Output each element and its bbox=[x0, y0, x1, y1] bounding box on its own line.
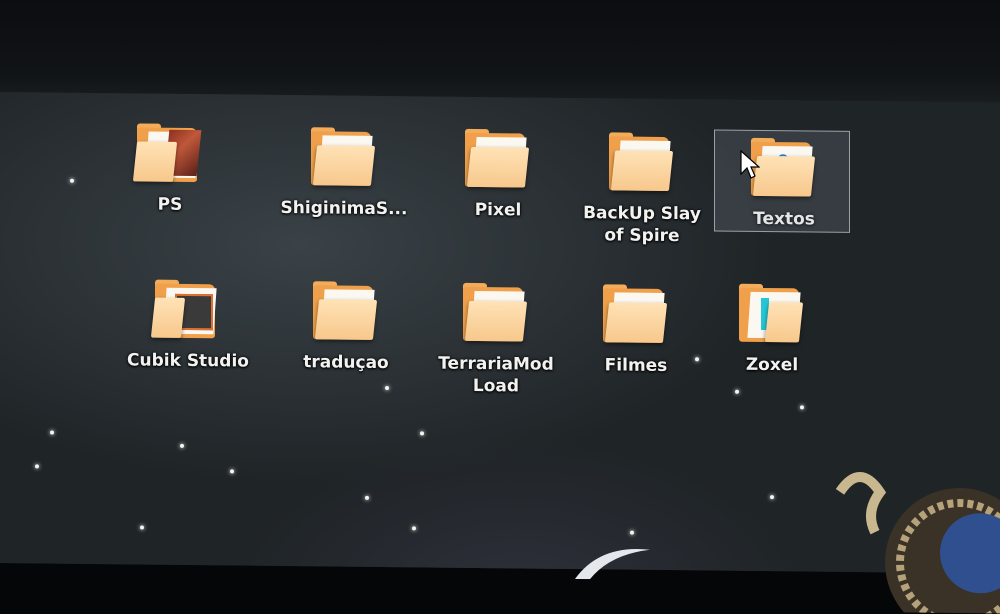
desktop-icon-label: Zoxel bbox=[745, 354, 799, 376]
folder-icon bbox=[132, 123, 203, 184]
folder-icon bbox=[465, 128, 531, 190]
desktop-icon-textos[interactable]: e Textos bbox=[714, 129, 854, 233]
folder-icon bbox=[311, 127, 377, 188]
folder-icon bbox=[313, 281, 379, 342]
wallpaper-star bbox=[365, 495, 369, 500]
desktop-icon-filmes[interactable]: Filmes bbox=[566, 284, 706, 377]
desktop-icon-traducao[interactable]: traduçao bbox=[276, 281, 416, 374]
mouse-cursor-icon bbox=[740, 150, 760, 179]
wallpaper-star bbox=[35, 464, 39, 469]
wallpaper-crescent bbox=[575, 549, 650, 580]
desktop-icon-cubik-studio[interactable]: Cubik Studio bbox=[118, 279, 258, 372]
desktop: PS ShiginimaS... Pixel BackUp Slay of Sp… bbox=[0, 92, 1000, 614]
desktop-icon-zoxel[interactable]: Zoxel bbox=[702, 283, 842, 376]
desktop-icon-terrariamod-load[interactable]: TerrariaMod Load bbox=[426, 282, 566, 397]
wallpaper-star bbox=[180, 443, 184, 448]
wallpaper-star bbox=[800, 405, 804, 410]
desktop-icon-backup-slay-of-spire[interactable]: BackUp Slay of Spire bbox=[572, 132, 712, 247]
desktop-icon-label: ShiginimaS... bbox=[280, 197, 408, 220]
wallpaper-star bbox=[412, 526, 416, 531]
wallpaper-star bbox=[140, 525, 144, 530]
folder-icon: e bbox=[751, 137, 817, 199]
folder-icon bbox=[150, 279, 221, 341]
desktop-icon-label: Cubik Studio bbox=[127, 350, 249, 372]
wallpaper-ornament bbox=[835, 472, 1000, 614]
desktop-icon-label: traduçao bbox=[303, 352, 389, 374]
desktop-icon-label: BackUp Slay of Spire bbox=[583, 203, 701, 247]
folder-icon bbox=[603, 284, 669, 345]
wallpaper-star bbox=[630, 530, 634, 535]
desktop-icon-ps[interactable]: PS bbox=[100, 123, 240, 216]
desktop-icon-shiginima[interactable]: ShiginimaS... bbox=[274, 127, 414, 220]
desktop-icon-label: TerrariaMod Load bbox=[438, 353, 554, 397]
desktop-icon-label: Pixel bbox=[474, 199, 522, 221]
wallpaper-star bbox=[770, 495, 774, 500]
folder-icon bbox=[463, 282, 529, 344]
folder-icon bbox=[739, 283, 805, 345]
folder-icon bbox=[609, 132, 675, 193]
wallpaper-star bbox=[735, 389, 739, 394]
desktop-icon-label: PS bbox=[157, 194, 183, 215]
wallpaper-star bbox=[385, 386, 389, 391]
wallpaper-star bbox=[70, 178, 74, 183]
wallpaper-star bbox=[50, 430, 54, 435]
desktop-icon-pixel[interactable]: Pixel bbox=[428, 128, 568, 221]
wallpaper-star bbox=[420, 431, 424, 436]
desktop-icon-label: Filmes bbox=[604, 355, 668, 376]
monitor-bezel bbox=[0, 0, 1000, 105]
wallpaper-star bbox=[230, 469, 234, 474]
